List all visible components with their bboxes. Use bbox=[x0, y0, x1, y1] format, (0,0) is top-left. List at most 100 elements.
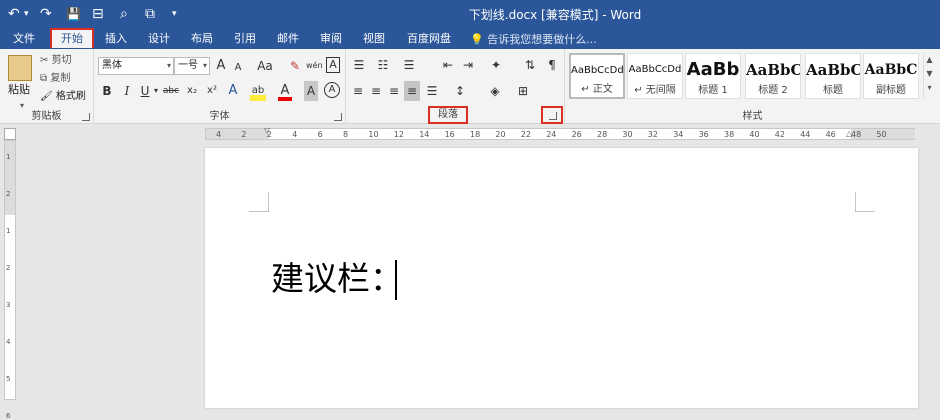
title-bar: ↶ ▾ ↷ 💾 ⊟ ⌕ ⧉ ▾ 下划线.docx [兼容模式] - Word bbox=[0, 0, 940, 28]
vruler-number: 1 bbox=[6, 227, 11, 235]
shading-icon[interactable]: ◈ bbox=[484, 81, 506, 101]
character-shading-button[interactable]: A bbox=[304, 81, 318, 101]
right-indent-marker-icon[interactable]: △ bbox=[846, 129, 852, 138]
style-heading-2[interactable]: AaBbC 标题 2 bbox=[745, 53, 801, 99]
document-page[interactable]: 建议栏： bbox=[205, 148, 918, 408]
paste-button[interactable]: 粘贴 bbox=[8, 81, 30, 97]
paragraph-launcher-icon[interactable] bbox=[549, 112, 557, 120]
align-right-icon[interactable]: ≡ bbox=[386, 81, 402, 101]
styles-group: AaBbCcDd ↵ 正文 AaBbCcDd ↵ 无间隔 AaBb 标题 1 A… bbox=[565, 49, 940, 124]
highlight-button[interactable]: ab bbox=[250, 81, 266, 101]
crop-mark-top-left bbox=[249, 192, 269, 212]
tab-view[interactable]: 视图 bbox=[356, 30, 392, 49]
lightbulb-icon: 💡 bbox=[470, 33, 484, 46]
font-launcher-icon[interactable] bbox=[334, 113, 342, 121]
style-title[interactable]: AaBbC 标题 bbox=[805, 53, 861, 99]
vruler-number: 1 bbox=[6, 153, 11, 161]
ruler-number: 34 bbox=[673, 130, 684, 139]
line-spacing-icon[interactable]: ↕ bbox=[450, 81, 470, 101]
chevron-down-icon: ▾ bbox=[166, 61, 171, 70]
justify-icon[interactable]: ≡ bbox=[404, 81, 420, 101]
enclose-characters-button[interactable]: A bbox=[324, 82, 340, 98]
tab-references[interactable]: 引用 bbox=[227, 30, 263, 49]
clear-formatting-button[interactable]: ✎ bbox=[288, 56, 302, 76]
tab-file[interactable]: 文件 bbox=[6, 30, 42, 49]
document-text[interactable]: 建议栏： bbox=[271, 258, 403, 300]
tab-selector[interactable] bbox=[4, 128, 16, 140]
phonetic-guide-button[interactable]: wén bbox=[306, 56, 323, 76]
tab-layout[interactable]: 布局 bbox=[184, 30, 220, 49]
ribbon: 粘贴 ▾ ✂ 剪切 ⧉ 复制 🖌 格式刷 剪贴板 黑体 ▾ 一号 ▾ A A Aa … bbox=[0, 49, 940, 124]
font-name-combo[interactable]: 黑体 ▾ bbox=[98, 57, 174, 75]
copy-icon: ⧉ bbox=[40, 73, 48, 84]
window-title: 下划线.docx [兼容模式] - Word bbox=[468, 8, 642, 22]
vertical-ruler[interactable]: 1 2 1 2 3 4 5 6 bbox=[4, 140, 16, 420]
style-no-spacing-name: ↵ 无间隔 bbox=[634, 85, 676, 96]
grow-font-button[interactable]: A bbox=[214, 56, 228, 76]
tab-mailings[interactable]: 邮件 bbox=[270, 30, 306, 49]
distributed-icon[interactable]: ☰ bbox=[424, 81, 440, 101]
style-subtitle[interactable]: AaBbC 副标题 bbox=[863, 53, 919, 99]
clipboard-launcher-icon[interactable] bbox=[82, 113, 90, 121]
ruler-number: 50 bbox=[876, 130, 887, 139]
style-normal-name: ↵ 正文 bbox=[581, 84, 613, 95]
styles-scroll[interactable]: ▲ ▼ ▾ bbox=[923, 53, 935, 99]
ruler-number: 38 bbox=[724, 130, 735, 139]
underline-dropdown-icon[interactable]: ▾ bbox=[152, 81, 160, 101]
bullets-icon[interactable]: ☰ bbox=[350, 55, 368, 75]
format-painter-button[interactable]: 🖌 格式刷 bbox=[40, 89, 86, 105]
font-size-combo[interactable]: 一号 ▾ bbox=[174, 57, 210, 75]
style-heading-1-name: 标题 1 bbox=[698, 85, 728, 96]
paragraph-launcher-highlight[interactable] bbox=[541, 106, 563, 124]
vruler-number: 2 bbox=[6, 264, 11, 272]
font-color-button[interactable]: A bbox=[278, 81, 292, 101]
tab-home[interactable]: 开始 bbox=[50, 28, 94, 48]
shrink-font-button[interactable]: A bbox=[232, 58, 244, 78]
ruler-number: 44 bbox=[800, 130, 811, 139]
increase-indent-icon[interactable]: ⇥ bbox=[460, 55, 476, 75]
scissors-icon: ✂ bbox=[40, 55, 49, 66]
change-case-button[interactable]: Aa bbox=[252, 56, 278, 76]
text-effects-button[interactable]: A bbox=[226, 81, 240, 101]
decrease-indent-icon[interactable]: ⇤ bbox=[440, 55, 456, 75]
subscript-button[interactable]: x₂ bbox=[184, 81, 200, 101]
style-heading-1-sample: AaBb bbox=[686, 59, 740, 80]
multilevel-list-icon[interactable]: ☰ bbox=[400, 55, 418, 75]
tell-me-box[interactable]: 💡 告诉我您想要做什么... bbox=[470, 31, 597, 47]
cut-button[interactable]: ✂ 剪切 bbox=[40, 53, 72, 69]
superscript-button[interactable]: x² bbox=[204, 81, 220, 101]
sort-icon[interactable]: ⇅ bbox=[520, 55, 540, 75]
show-marks-icon[interactable]: ¶ bbox=[544, 55, 560, 75]
ruler-number: 36 bbox=[698, 130, 709, 139]
paste-icon[interactable] bbox=[8, 55, 32, 81]
horizontal-ruler[interactable]: 4 2 2 4 6 8 10 12 14 16 18 20 22 24 26 28 30 32 34 36 38 40 42… bbox=[205, 126, 915, 140]
underline-button[interactable]: U bbox=[138, 81, 152, 101]
align-center-icon[interactable]: ≡ bbox=[368, 81, 384, 101]
ruler-number: 10 bbox=[368, 130, 379, 139]
chinese-layout-icon[interactable]: ✦ bbox=[486, 55, 506, 75]
tab-baidu-netdisk[interactable]: 百度网盘 bbox=[402, 30, 456, 49]
align-left-icon[interactable]: ≡ bbox=[350, 81, 366, 101]
copy-button[interactable]: ⧉ 复制 bbox=[40, 71, 70, 87]
tab-insert[interactable]: 插入 bbox=[98, 30, 134, 49]
numbering-icon[interactable]: ☷ bbox=[374, 55, 392, 75]
bold-button[interactable]: B bbox=[100, 81, 114, 101]
italic-button[interactable]: I bbox=[120, 81, 134, 101]
style-no-spacing[interactable]: AaBbCcDd ↵ 无间隔 bbox=[627, 53, 683, 99]
ruler-number: 6 bbox=[317, 130, 323, 139]
style-heading-1[interactable]: AaBb 标题 1 bbox=[685, 53, 741, 99]
character-border-button[interactable]: A bbox=[326, 57, 340, 73]
strikethrough-button[interactable]: abc bbox=[162, 81, 180, 101]
style-title-sample: AaBbC bbox=[806, 61, 860, 79]
tab-review[interactable]: 审阅 bbox=[313, 30, 349, 49]
ruler-number: 16 bbox=[444, 130, 455, 139]
style-normal[interactable]: AaBbCcDd ↵ 正文 bbox=[569, 53, 625, 99]
tab-design[interactable]: 设计 bbox=[141, 30, 177, 49]
style-subtitle-sample: AaBbC bbox=[864, 62, 918, 78]
clipboard-group-label: 剪贴板 bbox=[31, 111, 62, 122]
ruler-number: 42 bbox=[774, 130, 785, 139]
vruler-number: 6 bbox=[6, 412, 11, 420]
cut-label: 剪切 bbox=[51, 55, 72, 66]
indent-marker-icon[interactable]: ▽ bbox=[264, 126, 270, 135]
borders-icon[interactable]: ⊞ bbox=[512, 81, 534, 101]
